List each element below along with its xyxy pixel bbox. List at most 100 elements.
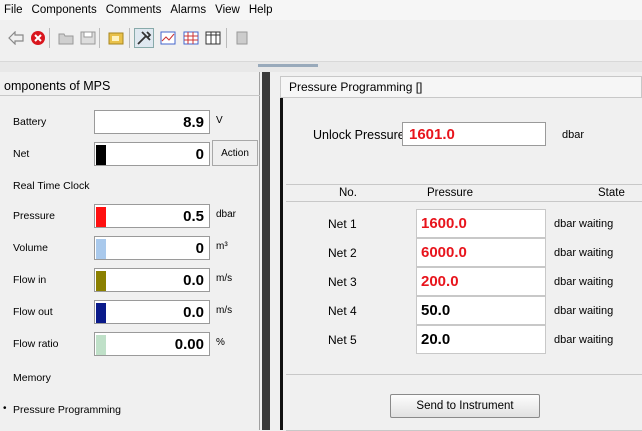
flow-out-unit: m/s	[216, 305, 233, 316]
components-panel-title: omponents of MPS	[0, 76, 260, 96]
flow-in-value-box: 0.0	[94, 268, 210, 292]
pressure-programming-body: Unlock Pressure: 1601.0 dbar No. Pressur…	[280, 98, 642, 431]
net-name: Net 4	[328, 304, 357, 318]
pressure-unit: dbar	[554, 218, 577, 230]
pressure-input[interactable]: 50.0	[416, 296, 546, 325]
state-text: waiting	[579, 334, 614, 346]
table-row: Net 3 200.0 dbar waiting	[286, 267, 642, 296]
pressure-input[interactable]: 20.0	[416, 325, 546, 354]
pressure-value: 0.5	[183, 207, 204, 225]
components-panel: omponents of MPS Battery 8.9 V Net 0 Act…	[0, 72, 260, 430]
folder-icon[interactable]	[106, 28, 126, 48]
unlock-pressure-label: Unlock Pressure:	[313, 128, 409, 142]
divider	[286, 374, 642, 375]
pressure-programming-label: Pressure Programming	[13, 404, 121, 416]
header-pressure: Pressure	[427, 187, 474, 199]
flow-in-row: Flow in 0.0 m/s	[0, 266, 260, 294]
scroll-strip	[0, 62, 642, 72]
volume-label: Volume	[13, 242, 49, 254]
stop-icon[interactable]	[28, 28, 48, 48]
pressure-value-box: 0.5	[94, 204, 210, 228]
memory-row[interactable]: Memory	[0, 364, 260, 392]
pressure-programming-bullet: •	[3, 403, 7, 414]
state-text: waiting	[579, 305, 614, 317]
scroll-thumb[interactable]	[258, 64, 318, 67]
table-row: Net 1 1600.0 dbar waiting	[286, 209, 642, 238]
panel-divider[interactable]	[262, 72, 270, 430]
chart-icon[interactable]	[158, 28, 178, 48]
state-text: waiting	[579, 276, 614, 288]
battery-value: 8.9	[94, 110, 210, 134]
header-state: State	[598, 187, 625, 199]
pressure-swatch	[96, 207, 106, 227]
volume-value-box: 0	[94, 236, 210, 260]
net-swatch	[96, 145, 106, 165]
grid-icon[interactable]	[181, 28, 201, 48]
net-row: Net 0 Action	[0, 140, 260, 168]
volume-row: Volume 0 m³	[0, 234, 260, 262]
flow-out-swatch	[96, 303, 106, 323]
flow-in-unit: m/s	[216, 273, 233, 284]
net-label: Net	[13, 148, 30, 160]
flow-ratio-value: 0.00	[174, 335, 204, 353]
table-row: Net 2 6000.0 dbar waiting	[286, 238, 642, 267]
battery-label: Battery	[13, 116, 47, 128]
rtc-label: Real Time Clock	[13, 180, 90, 192]
unlock-pressure-input[interactable]: 1601.0	[402, 122, 546, 146]
net-value-box: 0	[94, 142, 210, 166]
net-name: Net 1	[328, 217, 357, 231]
flow-out-label: Flow out	[13, 306, 53, 318]
table-row: Net 4 50.0 dbar waiting	[286, 296, 642, 325]
net-action-button[interactable]: Action	[212, 140, 258, 166]
net-value: 0	[195, 145, 204, 163]
pressure-unit: dbar	[554, 276, 577, 288]
pressure-programming-title: Pressure Programming []	[280, 76, 642, 98]
flow-out-row: Flow out 0.0 m/s	[0, 298, 260, 326]
table-icon[interactable]	[203, 28, 223, 48]
menu-bar: File Components Comments Alarms View Hel…	[0, 0, 642, 20]
flow-out-value: 0.0	[183, 303, 204, 321]
flow-ratio-row: Flow ratio 0.00 %	[0, 330, 260, 358]
panel-icon[interactable]	[232, 28, 252, 48]
battery-unit: V	[216, 115, 223, 126]
pressure-input[interactable]: 1600.0	[416, 209, 546, 238]
menu-help[interactable]: Help	[249, 4, 273, 16]
flow-ratio-unit: %	[216, 337, 225, 348]
pressure-unit: dbar	[216, 209, 237, 220]
menu-file[interactable]: File	[4, 4, 23, 16]
send-to-instrument-button[interactable]: Send to Instrument	[390, 394, 540, 418]
rtc-row[interactable]: Real Time Clock	[0, 172, 260, 200]
table-header: No. Pressure State	[286, 184, 642, 202]
state-text: waiting	[579, 247, 614, 259]
header-no: No.	[339, 187, 357, 199]
pressure-programming-row[interactable]: • Pressure Programming	[0, 396, 260, 424]
unlock-pressure-unit: dbar	[562, 129, 585, 141]
net-name: Net 5	[328, 333, 357, 347]
flow-in-swatch	[96, 271, 106, 291]
flow-ratio-swatch	[96, 335, 106, 355]
menu-comments[interactable]: Comments	[106, 4, 162, 16]
pressure-programming-panel: Pressure Programming [] Unlock Pressure:…	[270, 72, 642, 431]
flow-in-label: Flow in	[13, 274, 47, 286]
flow-ratio-label: Flow ratio	[13, 338, 59, 350]
flow-out-value-box: 0.0	[94, 300, 210, 324]
save-icon[interactable]	[78, 28, 98, 48]
volume-value: 0	[195, 239, 204, 257]
net-name: Net 3	[328, 275, 357, 289]
memory-label: Memory	[13, 372, 51, 384]
pressure-input[interactable]: 200.0	[416, 267, 546, 296]
pressure-row: Pressure 0.5 dbar	[0, 202, 260, 230]
pressure-unit: dbar	[554, 247, 577, 259]
tools-icon[interactable]	[134, 28, 154, 48]
menu-alarms[interactable]: Alarms	[170, 4, 206, 16]
back-icon[interactable]	[6, 28, 26, 48]
net-name: Net 2	[328, 246, 357, 260]
flow-in-value: 0.0	[183, 271, 204, 289]
pressure-input[interactable]: 6000.0	[416, 238, 546, 267]
flow-ratio-value-box: 0.00	[94, 332, 210, 356]
open-icon[interactable]	[56, 28, 76, 48]
battery-row: Battery 8.9 V	[0, 108, 260, 136]
toolbar	[0, 20, 642, 62]
menu-components[interactable]: Components	[32, 4, 97, 16]
menu-view[interactable]: View	[215, 4, 240, 16]
